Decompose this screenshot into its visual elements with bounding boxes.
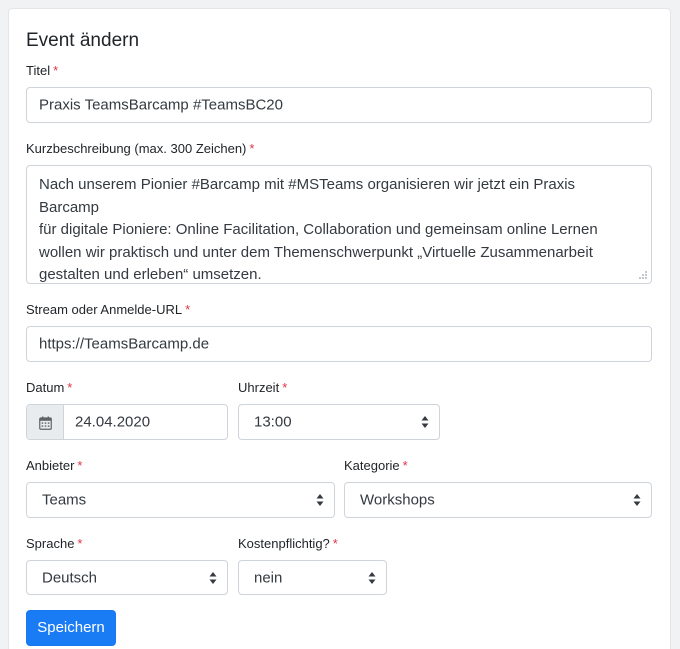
category-label: Kategorie * — [344, 458, 408, 473]
date-input-value: 24.04.2020 — [75, 413, 151, 431]
provider-select-value: Teams — [42, 491, 87, 509]
time-label: Uhrzeit * — [238, 380, 288, 395]
time-select-value: 13:00 — [254, 413, 292, 431]
description-line: wollen wir praktisch und unter dem Theme… — [39, 243, 593, 261]
resize-handle-icon[interactable] — [638, 270, 648, 280]
select-arrows-icon — [209, 571, 217, 584]
select-arrows-icon — [421, 416, 429, 428]
title-input[interactable]: Praxis TeamsBarcamp #TeamsBC20 — [26, 87, 652, 123]
url-input[interactable]: https://TeamsBarcamp.de — [26, 326, 652, 362]
paid-select[interactable]: nein — [238, 560, 387, 595]
provider-select[interactable]: Teams — [26, 482, 335, 518]
description-label: Kurzbeschreibung (max. 300 Zeichen) * — [26, 141, 255, 156]
time-select[interactable]: 13:00 — [238, 404, 440, 440]
select-arrows-icon — [368, 571, 376, 584]
date-label: Datum * — [26, 380, 73, 395]
description-line: gestalten und erleben“ umsetzen. — [39, 266, 262, 283]
save-button[interactable]: Speichern — [26, 610, 116, 646]
paid-label: Kostenpflichtig? * — [238, 536, 338, 551]
required-marker: * — [77, 536, 83, 551]
select-arrows-icon — [316, 494, 324, 506]
paid-select-value: nein — [254, 569, 283, 586]
description-line: Nach unserem Pionier #Barcamp mit #MSTea… — [39, 176, 576, 216]
form-heading: Event ändern — [26, 30, 140, 51]
title-label: Titel * — [26, 63, 59, 78]
required-marker: * — [67, 380, 73, 395]
required-marker: * — [53, 63, 59, 78]
date-input-group[interactable]: 24.04.2020 — [26, 404, 228, 440]
description-line: für digitale Pioniere: Online Facilitati… — [39, 221, 598, 238]
description-textarea[interactable]: Nach unserem Pionier #Barcamp mit #MSTea… — [26, 165, 652, 284]
required-marker: * — [282, 380, 288, 395]
url-input-value: https://TeamsBarcamp.de — [39, 335, 210, 353]
required-marker: * — [332, 536, 338, 551]
select-arrows-icon — [633, 494, 641, 506]
required-marker: * — [249, 141, 255, 156]
date-addon[interactable] — [27, 405, 64, 439]
title-input-value: Praxis TeamsBarcamp #TeamsBC20 — [39, 96, 283, 114]
required-marker: * — [77, 458, 83, 473]
language-select[interactable]: Deutsch — [26, 560, 228, 595]
category-select-value: Workshops — [360, 491, 435, 509]
category-select[interactable]: Workshops — [344, 482, 652, 518]
provider-label: Anbieter * — [26, 458, 83, 473]
language-select-value: Deutsch — [42, 569, 98, 586]
url-label: Stream oder Anmelde-URL * — [26, 302, 191, 317]
language-label: Sprache * — [26, 536, 83, 551]
required-marker: * — [402, 458, 408, 473]
required-marker: * — [185, 302, 191, 317]
calendar-icon — [39, 416, 52, 430]
